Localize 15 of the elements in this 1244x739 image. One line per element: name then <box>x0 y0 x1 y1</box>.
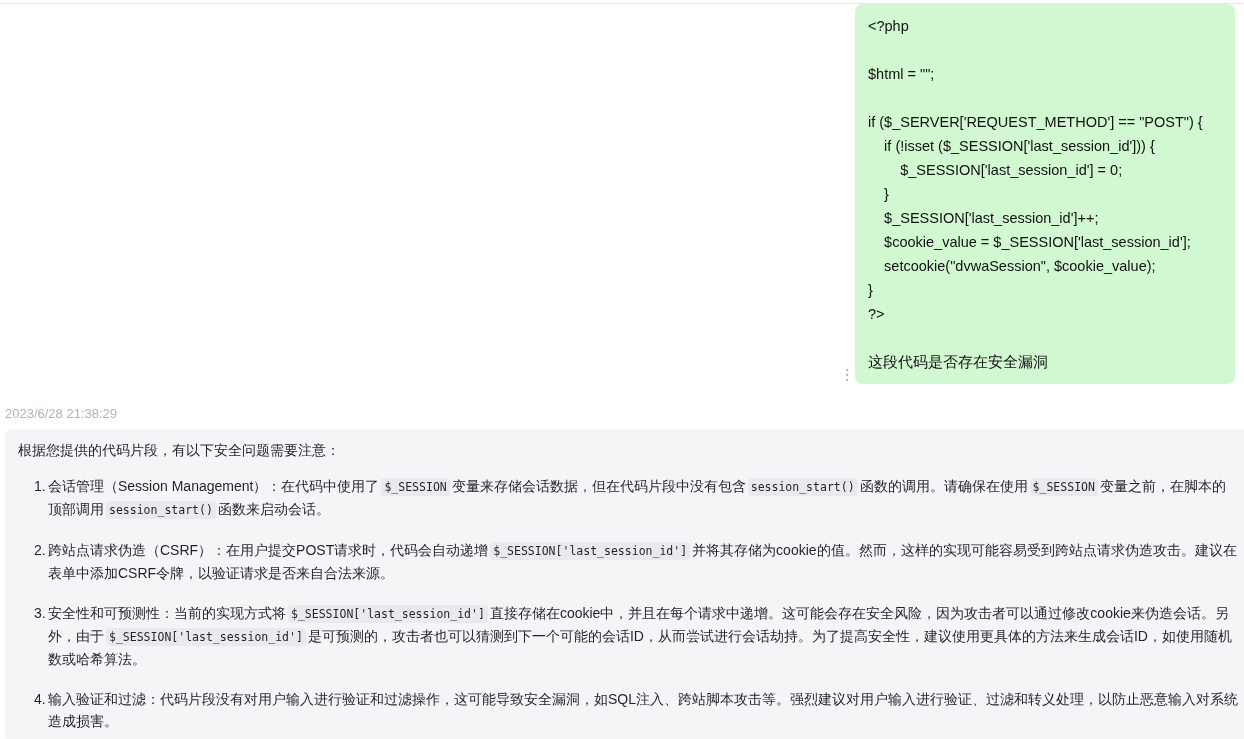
list-number: 3. <box>34 604 47 623</box>
answer-paragraph: 安全性和可预测性：当前的实现方式将 $_SESSION['last_session_id'] 直接存储在cookie中，并且在每个请求中递增。这可能会存在安全风险，因为攻击者可以通过修改cookie来伪造会话。另外，由于 $_SESSION['last_session_id'] 是可预测的，攻击者也可以猜测到下一个可能的会话ID，从而尝试进行会话劫持。为了提高安全性，建议使用更具体的方法来生成会话ID，如使用随机数或哈希算法。 <box>48 604 1233 669</box>
answer-paragraph: 输入验证和过滤：代码片段没有对用户输入进行验证和过滤操作，这可能导致安全漏洞，如SQL注入、跨站脚本攻击等。强烈建议对用户输入进行验证、过滤和转义处理，以防止恶意输入对系统造成损害。 <box>48 690 1238 731</box>
code-text: <?php <box>868 17 909 36</box>
answer-paragraph: 跨站点请求伪造（CSRF）：在用户提交POST请求时，代码会自动递增 $_SESSION['last_session_id'] 并将其存储为cookie的值。然而，这样的实现可能容易受到跨站点请求伪造攻击。建议在表单中添加CSRF令牌，以验证请求是否来自合法来源。 <box>48 541 1238 583</box>
question-text: 这段代码是否存在安全漏洞 <box>868 352 1049 372</box>
answer-paragraph: 会话管理（Session Management）：在代码中使用了 $_SESSION 变量来存储会话数据，但在代码片段中没有包含 session_start() 函数的调用。请确保在使用 $_SESSION 变量之前，在脚本的顶部调用 session_start() 函数来启动会话。 <box>48 477 1227 521</box>
code-text: $html = ""; <box>868 65 935 84</box>
list-number: 1. <box>34 477 47 496</box>
code-text: if ($_SERVER['REQUEST_METHOD'] == "POST") { if (!isset ($_SESSION['last_session_id'])) { $_SESSION['last_session_id'] = 0; } $_SESSION['last_session_id']++; $cookie_value = $_SESSION['last_session_id']; setcookie("dvwaSession", $cookie_value); } ?> <box>868 113 1203 324</box>
list-number: 2. <box>34 541 47 560</box>
more-options-icon[interactable] <box>845 368 849 382</box>
list-number: 4. <box>34 690 47 709</box>
answer-intro: 根据您提供的代码片段，有以下安全问题需要注意： <box>18 441 341 460</box>
timestamp: 2023/6/28 21:38:29 <box>5 406 119 421</box>
